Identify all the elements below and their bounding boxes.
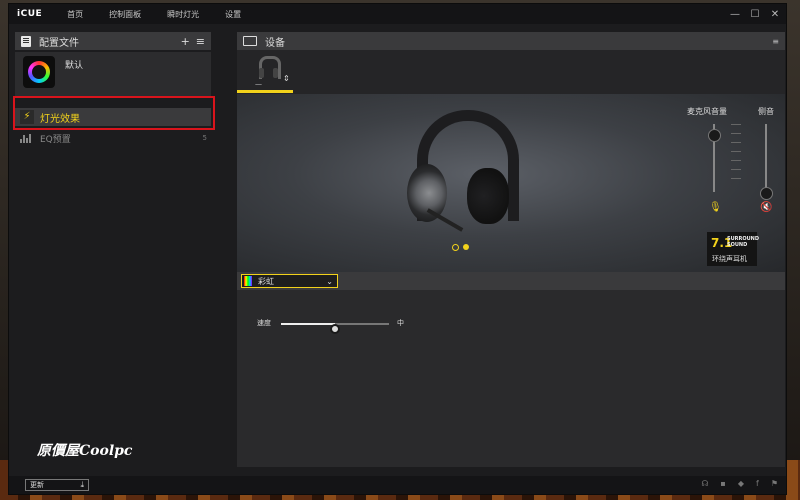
nav-settings[interactable]: 设置 bbox=[212, 9, 254, 20]
carousel-dot-2[interactable] bbox=[463, 244, 469, 250]
eq-presets-item[interactable]: EQ预置 5 bbox=[15, 131, 211, 145]
devices-menu-icon[interactable]: ≡ bbox=[772, 37, 779, 46]
devices-header: 设备 ≡ bbox=[237, 32, 785, 50]
keyboard-icon bbox=[243, 36, 257, 46]
update-button[interactable]: 更新 ⤓ bbox=[25, 479, 89, 491]
facebook-icon[interactable]: f bbox=[756, 479, 759, 488]
headset-earcup-right bbox=[467, 168, 509, 224]
devices-title: 设备 bbox=[265, 37, 285, 49]
surround-headset-label: 环绕声耳机 bbox=[712, 255, 747, 263]
speed-label: 速度 bbox=[257, 319, 271, 327]
social-links: ☊ ▪ ◆ f ⚑ bbox=[701, 479, 778, 488]
close-button[interactable]: ✕ bbox=[770, 9, 780, 20]
profiles-header: 配置文件 + ≡ bbox=[15, 32, 211, 50]
effect-settings-panel: 彩虹 ⌄ 速度 中 bbox=[237, 272, 785, 467]
devices-panel: 设备 ≡ — ⇕ 麦克风音量 🎙 侧音 🔇 7.1 SURROUND SOUND… bbox=[237, 32, 785, 467]
effect-type-dropdown[interactable]: 彩虹 ⌄ bbox=[241, 274, 338, 288]
update-label: 更新 bbox=[30, 481, 44, 489]
mic-volume-label: 麦克风音量 bbox=[687, 107, 727, 116]
profile-menu-button[interactable]: ≡ bbox=[196, 35, 205, 48]
effect-settings-header: 彩虹 ⌄ bbox=[237, 272, 785, 290]
device-tab-headset[interactable]: — ⇕ bbox=[237, 50, 293, 93]
surround-sound-badge: 7.1 SURROUND SOUND 环绕声耳机 bbox=[707, 232, 759, 266]
maximize-button[interactable]: ☐ bbox=[750, 9, 760, 20]
rainbow-swatch-icon bbox=[244, 276, 252, 286]
corsair-icon[interactable]: ⚑ bbox=[771, 479, 778, 488]
sidetone-slider[interactable] bbox=[765, 124, 767, 192]
device-status-dash: — bbox=[255, 80, 262, 88]
mic-volume-knob[interactable] bbox=[708, 129, 721, 143]
headset-image bbox=[405, 106, 519, 246]
download-icon: ⤓ bbox=[80, 480, 84, 489]
headset-cup-right bbox=[273, 68, 278, 78]
top-nav-bar: iCUE 首页 控制面板 瞬时灯光 设置 — ☐ ✕ bbox=[9, 4, 786, 24]
add-profile-button[interactable]: + bbox=[181, 35, 190, 48]
bottom-bar: 更新 ⤓ ☊ ▪ ◆ f ⚑ bbox=[9, 476, 786, 494]
annotation-highlight-box bbox=[13, 96, 215, 130]
icue-window: iCUE 首页 控制面板 瞬时灯光 设置 — ☐ ✕ 配置文件 + ≡ 默认 ⚡… bbox=[8, 3, 787, 495]
surround-line2: SOUND bbox=[727, 242, 748, 248]
window-controls: — ☐ ✕ bbox=[730, 4, 780, 24]
carousel-dot-1[interactable] bbox=[452, 244, 459, 251]
speed-slider-knob[interactable] bbox=[330, 324, 340, 334]
speed-slider-fill bbox=[281, 323, 335, 325]
headset-earcup-left bbox=[407, 164, 447, 222]
twitter-icon[interactable]: ◆ bbox=[738, 479, 744, 488]
headset-cup-left bbox=[259, 68, 264, 78]
effect-type-selected: 彩虹 bbox=[258, 276, 274, 286]
chat-icon[interactable]: ▪ bbox=[720, 479, 725, 488]
profile-name: 默认 bbox=[65, 61, 84, 71]
nav-home[interactable]: 首页 bbox=[54, 9, 96, 20]
minimize-button[interactable]: — bbox=[730, 9, 740, 20]
profile-file-icon bbox=[21, 35, 31, 47]
equalizer-icon bbox=[20, 133, 34, 143]
carousel-dots bbox=[452, 244, 469, 251]
profiles-panel: 配置文件 + ≡ 默认 ⚡ 灯光效果 EQ预置 5 bbox=[13, 32, 215, 472]
device-preview-stage: 麦克风音量 🎙 侧音 🔇 7.1 SURROUND SOUND 环绕声耳机 bbox=[237, 94, 785, 272]
mic-volume-ticks bbox=[731, 124, 741, 187]
nav-dashboard[interactable]: 控制面板 bbox=[96, 9, 154, 20]
sidetone-label: 侧音 bbox=[758, 107, 774, 116]
eq-preset-count: 5 bbox=[202, 134, 207, 142]
surround-text: SURROUND SOUND bbox=[727, 236, 759, 248]
speed-slider[interactable] bbox=[281, 323, 389, 334]
headset-icon[interactable]: ☊ bbox=[701, 479, 708, 488]
app-logo: iCUE bbox=[17, 9, 43, 19]
device-tabs: — ⇕ bbox=[237, 50, 785, 94]
mic-mute-icon: 🔇 bbox=[760, 202, 773, 213]
nav-instant-lighting[interactable]: 瞬时灯光 bbox=[154, 9, 212, 20]
microphone-icon: 🎙 bbox=[709, 202, 722, 213]
chevron-down-icon: ⌄ bbox=[326, 276, 333, 286]
profiles-title: 配置文件 bbox=[39, 37, 79, 49]
watermark-text: 原價屋Coolpc bbox=[37, 443, 133, 459]
icue-profile-icon bbox=[23, 56, 55, 88]
speed-value: 中 bbox=[397, 319, 404, 327]
sidetone-knob[interactable] bbox=[760, 187, 773, 200]
speed-control: 速度 中 bbox=[257, 317, 427, 334]
profile-card-default[interactable]: 默认 bbox=[15, 52, 211, 96]
usb-icon: ⇕ bbox=[283, 74, 290, 83]
eq-presets-label: EQ预置 bbox=[40, 134, 71, 145]
